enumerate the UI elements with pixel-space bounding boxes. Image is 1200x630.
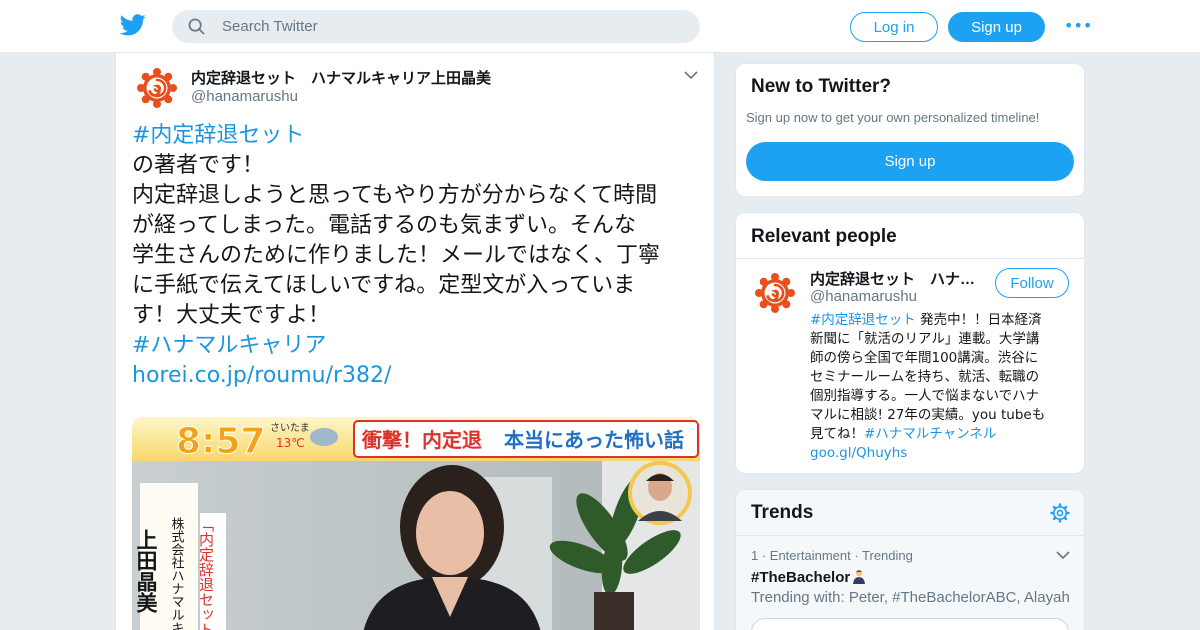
bio-hashtag-link[interactable]: #ハナマルチャンネル (864, 426, 996, 442)
new-to-twitter-card: New to Twitter? Sign up now to get your … (735, 63, 1085, 197)
tweet-line: の著者です！ (132, 153, 265, 178)
search-input[interactable] (222, 10, 682, 43)
chevron-down-icon[interactable] (684, 70, 698, 80)
sidebar-signup-button[interactable]: Sign up (746, 142, 1074, 181)
hashtag-link[interactable]: #内定辞退セット (132, 121, 706, 151)
media-headline-b: 本当にあった怖い話 (504, 428, 684, 452)
top-navigation-bar: Log in Sign up ••• (0, 0, 1200, 53)
tweet-line: 学生さんのために作りました！メールではなく、丁寧 (132, 243, 661, 268)
relevant-person-handle[interactable]: @hanamarushu (810, 288, 917, 305)
trend-meta: 1 · Entertainment · Trending (751, 548, 913, 563)
bio-line: 発売中！！日本経済 (915, 312, 1042, 328)
trend-name-text: #TheBachelor (751, 569, 851, 586)
media-side-red: 「内定辞退セット」 (197, 517, 215, 630)
login-button[interactable]: Log in (850, 12, 938, 42)
next-trend-item[interactable] (751, 618, 1069, 630)
search-box[interactable] (172, 10, 700, 43)
bio-hashtag-link[interactable]: #内定辞退セット (810, 312, 916, 328)
tweet-author-name[interactable]: 内定辞退セット ハナマルキャリア上田晶美 (191, 67, 491, 88)
media-weather-temp: 13℃ (276, 436, 305, 450)
relevant-person-bio: #内定辞退セット 発売中！！日本経済 新聞に「就活のリアル」連載。大学講 師の傍… (810, 311, 1072, 463)
bio-line: マルに相談! 27年の実績。you tubeも (810, 407, 1046, 423)
url-link[interactable]: horei.co.jp/roumu/r382/ (132, 361, 706, 391)
bio-line: 師の傍ら全国で年間100講演。渋谷に (810, 350, 1039, 366)
relevant-people-title: Relevant people (751, 226, 897, 247)
tweet-line: に手紙で伝えてほしいですね。定型文が入っていま (132, 273, 636, 298)
trend-related: Trending with: Peter, #TheBachelorABC, A… (751, 589, 1070, 606)
tweet-line: が経ってしまった。電話するのも気まずい。そんな (132, 213, 637, 238)
bio-line: 個別指導する。一人で悩まないでハナ (810, 388, 1040, 404)
tweet-media-image[interactable]: 8:57 さいたま 13℃ 衝撃！内定退 本当にあった怖い話 上田晶美 株式会社… (132, 417, 700, 630)
more-options-icon[interactable]: ••• (1064, 18, 1092, 34)
tv-screenshot-illustration: 8:57 さいたま 13℃ 衝撃！内定退 本当にあった怖い話 上田晶美 株式会社… (132, 417, 700, 630)
hashtag-link[interactable]: #ハナマルキャリア (132, 331, 706, 361)
trend-name[interactable]: #TheBachelor (751, 568, 867, 586)
bio-line: 見てね！ (810, 426, 864, 442)
media-weather-city: さいたま (270, 422, 310, 434)
relevant-person-avatar[interactable] (754, 272, 796, 314)
new-to-twitter-title: New to Twitter? (751, 76, 892, 97)
tweet-line: 内定辞退しようと思ってもやり方が分からなくて時間 (132, 183, 658, 208)
gear-icon[interactable] (1050, 503, 1070, 523)
trends-card: Trends 1 · Entertainment · Trending #The… (735, 489, 1085, 630)
tweet-body: #内定辞退セット の著者です！ 内定辞退しようと思ってもやり方が分からなくて時間… (132, 121, 706, 391)
bio-line: セミナールームを持ち、就活、転職の (810, 369, 1040, 385)
chevron-down-icon[interactable] (1056, 550, 1070, 560)
divider (736, 258, 1084, 259)
tweet-author-handle[interactable]: @hanamarushu (191, 88, 298, 105)
media-side-company: 株式会社ハナマルキ (169, 517, 185, 630)
new-to-twitter-subtitle: Sign up now to get your own personalized… (746, 110, 1040, 125)
twitter-bird-logo-icon[interactable] (120, 14, 146, 36)
trends-title: Trends (751, 502, 814, 523)
follow-button[interactable]: Follow (995, 268, 1069, 298)
divider (736, 535, 1084, 536)
person-emoji-icon (853, 569, 866, 584)
media-side-name: 上田晶美 (134, 529, 158, 613)
media-headline-a: 衝撃！内定退 (361, 428, 482, 452)
bio-url-link[interactable]: goo.gl/Qhuyhs (810, 444, 1072, 463)
author-avatar[interactable] (136, 67, 178, 109)
bio-line: 新聞に「就活のリアル」連載。大学講 (810, 331, 1040, 347)
tweet-card: 内定辞退セット ハナマルキャリア上田晶美 @hanamarushu #内定辞退セ… (115, 53, 715, 630)
media-clock: 8:57 (176, 421, 266, 462)
relevant-people-card: Relevant people 内定辞退セット ハナ… @hanamarushu… (735, 212, 1085, 474)
relevant-person-name[interactable]: 内定辞退セット ハナ… (810, 268, 986, 289)
signup-button[interactable]: Sign up (948, 12, 1045, 42)
tweet-line: す！大丈夫ですよ！ (132, 303, 331, 328)
search-icon (188, 18, 205, 35)
